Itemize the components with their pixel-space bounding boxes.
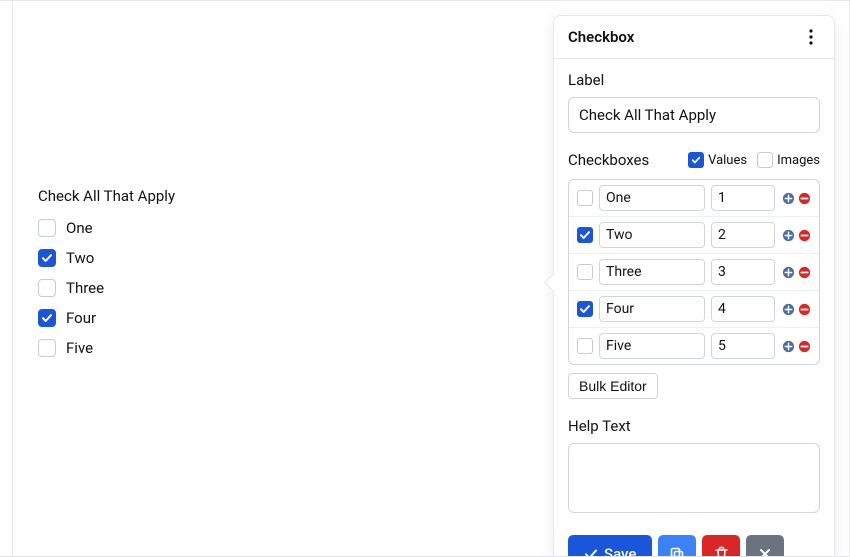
row-default-checkbox[interactable] (577, 264, 593, 280)
help-text-input[interactable] (568, 443, 820, 513)
close-button[interactable] (746, 535, 784, 557)
row-label-input[interactable] (599, 296, 705, 322)
save-button[interactable]: Save (568, 535, 652, 557)
plus-circle-icon[interactable] (781, 339, 795, 353)
row-default-checkbox[interactable] (577, 227, 593, 243)
checkbox-row (569, 253, 819, 290)
images-toggle-label: Images (777, 153, 820, 168)
row-label-input[interactable] (599, 185, 705, 211)
images-toggle[interactable]: Images (757, 152, 820, 168)
duplicate-button[interactable] (658, 535, 696, 557)
bulk-editor-button[interactable]: Bulk Editor (568, 373, 658, 399)
panel-title: Checkbox (568, 28, 634, 46)
values-toggle-label: Values (708, 153, 747, 168)
label-input[interactable] (568, 97, 820, 133)
row-value-input[interactable] (711, 222, 775, 248)
row-value-input[interactable] (711, 333, 775, 359)
check-icon (584, 547, 598, 557)
checkbox-rows (568, 179, 820, 365)
checkbox-row (569, 180, 819, 216)
row-value-input[interactable] (711, 185, 775, 211)
close-icon (758, 547, 772, 557)
preview-option[interactable]: Two (38, 249, 175, 267)
row-default-checkbox[interactable] (577, 301, 593, 317)
preview-option-checkbox[interactable] (38, 339, 56, 357)
kebab-icon[interactable] (802, 28, 820, 46)
preview-option-checkbox[interactable] (38, 219, 56, 237)
minus-circle-icon[interactable] (797, 265, 811, 279)
minus-circle-icon[interactable] (797, 302, 811, 316)
preview-option[interactable]: Five (38, 339, 175, 357)
preview-option-checkbox[interactable] (38, 309, 56, 327)
label-field-label: Label (568, 71, 820, 89)
checkbox-row (569, 327, 819, 364)
preview-options: One Two Three Four Five (38, 219, 175, 357)
preview-option-label: Four (66, 309, 96, 327)
panel-actions: Save (568, 535, 820, 557)
row-value-input[interactable] (711, 259, 775, 285)
preview-option-label: Two (66, 249, 94, 267)
plus-circle-icon[interactable] (781, 265, 795, 279)
row-default-checkbox[interactable] (577, 338, 593, 354)
copy-icon (669, 546, 685, 557)
plus-circle-icon[interactable] (781, 302, 795, 316)
checkboxes-label: Checkboxes (568, 151, 649, 169)
preview-option-label: One (66, 219, 93, 237)
trash-icon (714, 546, 729, 557)
preview-area: Check All That Apply One Two Three Four Five (38, 187, 175, 369)
minus-circle-icon[interactable] (797, 339, 811, 353)
settings-panel: Checkbox Label Checkboxes V (553, 15, 835, 557)
checkbox-row (569, 216, 819, 253)
delete-button[interactable] (702, 535, 740, 557)
preview-option[interactable]: Four (38, 309, 175, 327)
row-label-input[interactable] (599, 333, 705, 359)
preview-option-checkbox[interactable] (38, 249, 56, 267)
row-default-checkbox[interactable] (577, 190, 593, 206)
preview-option-label: Three (66, 279, 104, 297)
preview-title: Check All That Apply (38, 187, 175, 205)
values-checkbox-box (688, 152, 704, 168)
row-label-input[interactable] (599, 259, 705, 285)
row-value-input[interactable] (711, 296, 775, 322)
preview-option[interactable]: Three (38, 279, 175, 297)
preview-option-label: Five (66, 339, 93, 357)
save-button-label: Save (604, 545, 636, 557)
plus-circle-icon[interactable] (781, 191, 795, 205)
panel-header: Checkbox (554, 16, 834, 59)
preview-option-checkbox[interactable] (38, 279, 56, 297)
values-toggle[interactable]: Values (688, 152, 747, 168)
plus-circle-icon[interactable] (781, 228, 795, 242)
preview-option[interactable]: One (38, 219, 175, 237)
row-label-input[interactable] (599, 222, 705, 248)
images-checkbox-box (757, 152, 773, 168)
minus-circle-icon[interactable] (797, 191, 811, 205)
minus-circle-icon[interactable] (797, 228, 811, 242)
help-text-label: Help Text (568, 417, 820, 435)
checkbox-row (569, 290, 819, 327)
